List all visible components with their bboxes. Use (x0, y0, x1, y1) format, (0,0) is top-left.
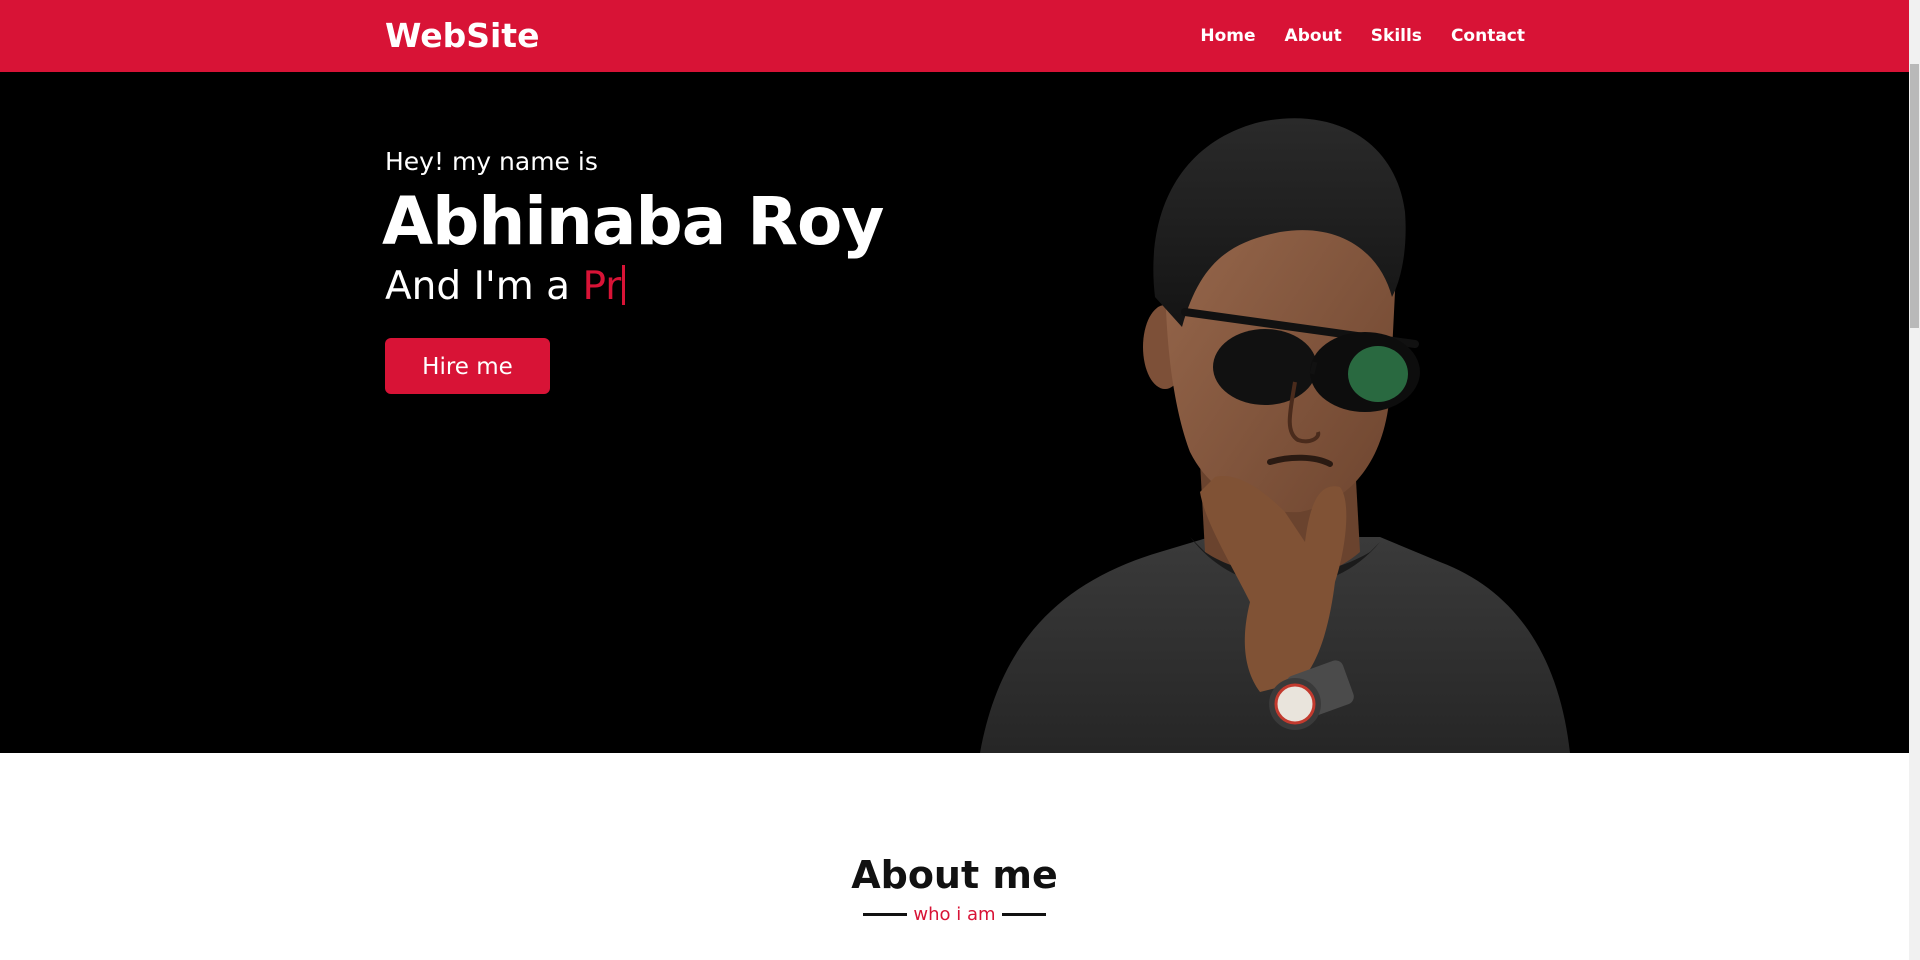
about-title: About me (851, 853, 1058, 897)
scrollbar-thumb[interactable] (1910, 64, 1919, 328)
hero-tagline: And I'm a Pr (385, 260, 883, 314)
typing-cursor (622, 265, 626, 305)
site-logo[interactable]: WebSite (385, 14, 539, 58)
navbar: WebSite Home About Skills Contact (0, 0, 1909, 72)
subtitle-divider-right (1001, 913, 1046, 916)
page-scrollbar[interactable] (1909, 0, 1920, 960)
nav-menu: Home About Skills Contact (1200, 24, 1525, 48)
nav-link-contact[interactable]: Contact (1451, 24, 1525, 48)
nav-link-home[interactable]: Home (1200, 24, 1255, 48)
hero-section: Hey! my name is Abhinaba Roy And I'm a P… (0, 72, 1909, 753)
about-section: About me who i am (0, 753, 1909, 960)
hire-me-button[interactable]: Hire me (385, 338, 550, 394)
tagline-prefix: And I'm a (385, 264, 583, 309)
page: WebSite Home About Skills Contact Hey! m… (0, 0, 1920, 960)
hero-greeting: Hey! my name is (385, 147, 598, 176)
portrait-image (980, 118, 1570, 753)
about-subtitle: who i am (913, 903, 996, 925)
nav-link-skills[interactable]: Skills (1371, 24, 1422, 48)
about-subtitle-row: who i am (0, 901, 1909, 925)
subtitle-divider-left (863, 913, 908, 916)
hero-name: Abhinaba Roy (382, 183, 884, 260)
typed-text: Pr (582, 264, 622, 309)
hero-text: Hey! my name is Abhinaba Roy And I'm a P… (382, 146, 884, 394)
nav-link-about[interactable]: About (1285, 24, 1342, 48)
